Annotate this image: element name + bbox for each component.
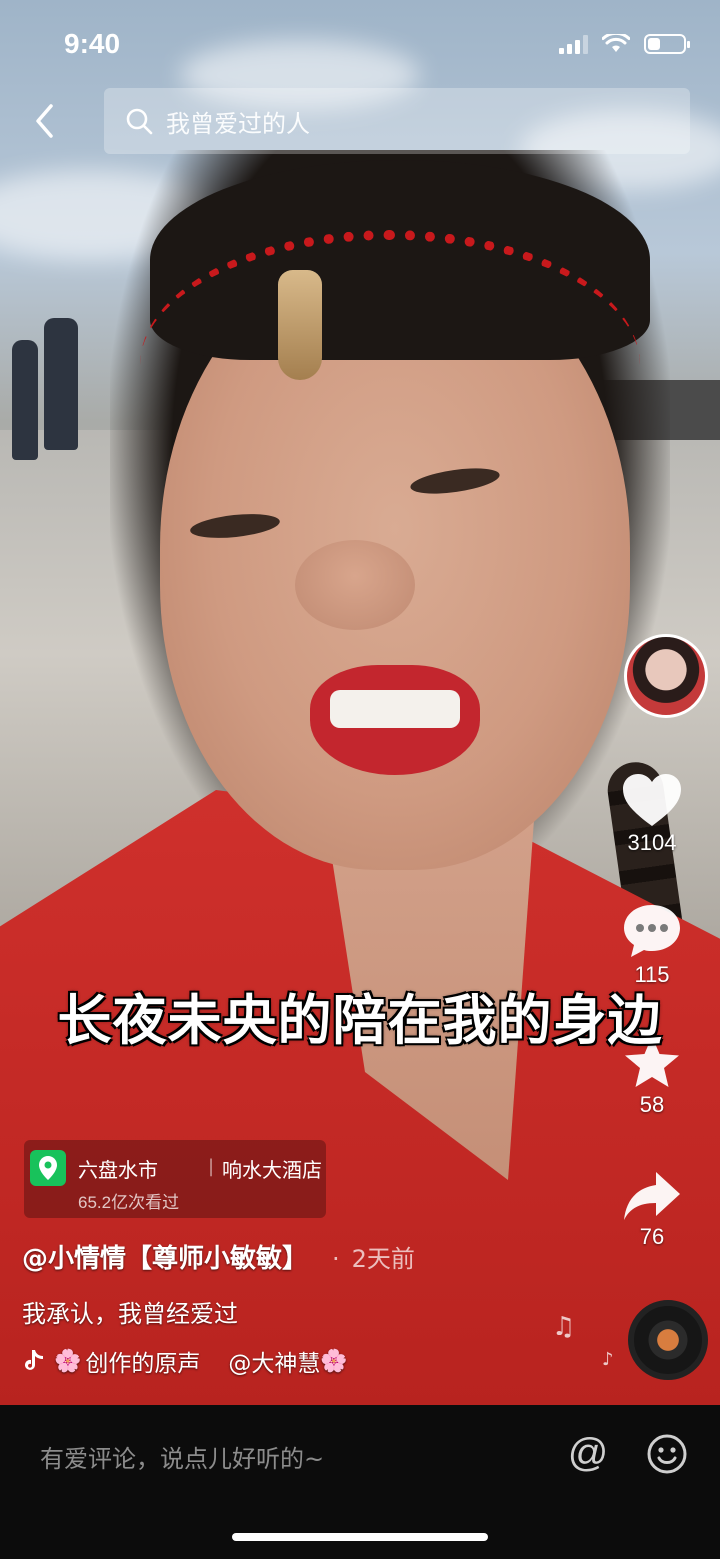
top-bar: 我曾爱过的人 [0,86,720,154]
search-icon [124,106,154,136]
flower-emoji: 🌸 [54,1348,82,1374]
like-count: 3104 [627,830,677,855]
music-note-icon [22,1348,46,1374]
comment-icon [624,905,680,957]
cellular-signal-icon [559,34,588,54]
author-avatar[interactable] [624,634,708,718]
comment-input[interactable]: 有爱评论，说点儿好听的~ [40,1439,324,1474]
location-separator: | [208,1156,215,1177]
share-count: 76 [639,1224,665,1249]
status-time: 9:40 [64,28,121,59]
search-query: 我曾爱过的人 [166,109,310,138]
share-button[interactable]: 76 [586,1170,718,1250]
comment-bar: 有爱评论，说点儿好听的~ @ [0,1405,720,1559]
flower-emoji-2: 🌸 [320,1348,348,1374]
music-line[interactable]: 🌸 创作的原声 @大神慧 🌸 [22,1344,348,1378]
location-city: 六盘水市 [78,1158,158,1182]
location-views: 65.2亿次看过 [78,1193,180,1212]
post-time: 2天前 [332,1239,415,1274]
music-title: 创作的原声 [85,1351,201,1377]
search-input[interactable]: 我曾爱过的人 [104,88,690,154]
chevron-left-icon [36,104,53,138]
author-line: @小情情【尊师小敏敏】 2天前 [22,1238,415,1275]
location-chip[interactable]: 六盘水市 | 响水大酒店 65.2亿次看过 [24,1140,326,1218]
status-icons [559,34,690,54]
at-icon[interactable]: @ [564,1429,612,1477]
battery-icon [644,34,690,54]
music-mention[interactable]: @大神慧 [228,1344,320,1378]
home-indicator[interactable] [232,1533,488,1541]
heart-icon [623,774,681,826]
author-name[interactable]: @小情情【尊师小敏敏】 [22,1238,308,1275]
video-subtitle: 长夜未央的陪在我的身边 [57,989,663,1052]
battery-level [648,38,660,50]
smiley-icon[interactable] [644,1431,690,1477]
share-icon [624,1172,680,1220]
like-button[interactable]: 3104 [586,772,718,856]
status-bar: 9:40 [0,0,720,90]
floating-music-notes-icon: ♫ ♪ [552,1312,614,1370]
location-pin-icon [30,1150,66,1186]
post-caption: 我承认，我曾经爱过 [22,1300,238,1328]
music-disc-button[interactable] [628,1300,708,1380]
back-button[interactable] [22,94,66,148]
location-place: 响水大酒店 [222,1158,322,1182]
favorite-count: 58 [639,1092,665,1117]
wifi-icon [602,34,630,52]
video-screen: 9:40 我曾爱过的人 3104 115 58 76 长夜未央的陪在我的身边 六… [0,0,720,1559]
